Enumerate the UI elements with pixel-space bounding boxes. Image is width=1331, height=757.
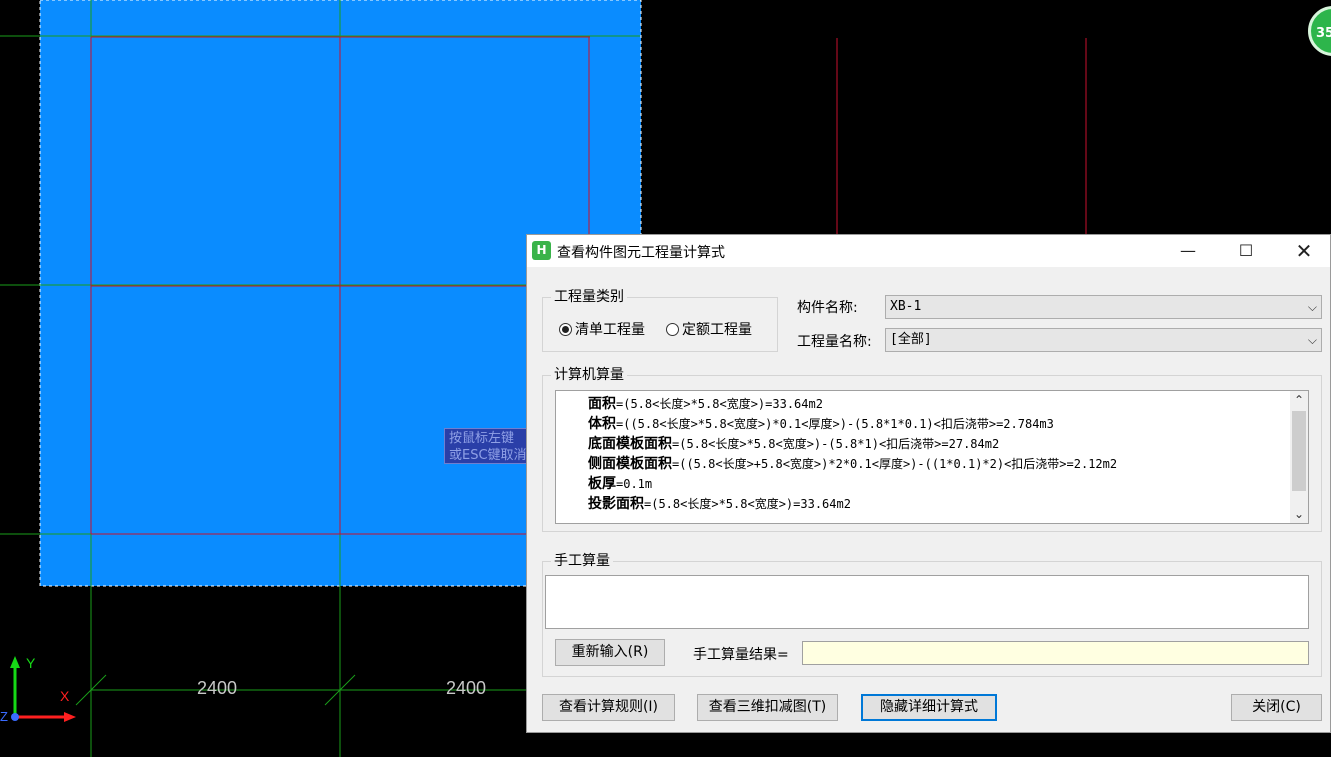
manual-result-label: 手工算量结果= [693,647,789,663]
dialog-title: 查看构件图元工程量计算式 [557,245,725,261]
minimize-button[interactable]: — [1159,235,1217,267]
cursor-tooltip: 按鼠标左键 或ESC键取消 [444,428,534,464]
formula-expression: =((5.8<长度>+5.8<宽度>)*2*0.1<厚度>)-((1*0.1)*… [672,457,1118,471]
formula-listbox[interactable]: 面积=(5.8<长度>*5.8<宽度>)=33.64m2 体积=((5.8<长度… [555,390,1309,524]
manual-result-field[interactable] [802,641,1309,665]
formula-expression: =0.1m [616,477,653,491]
hide-detail-formula-button[interactable]: 隐藏详细计算式 [861,694,997,721]
radio-quota-quantity[interactable]: 定额工程量 [666,319,752,339]
formula-scrollbar[interactable]: ⌃ ⌄ [1290,391,1308,523]
formula-line: 面积=(5.8<长度>*5.8<宽度>)=33.64m2 [588,395,823,414]
formula-expression: =(5.8<长度>*5.8<宽度>)=33.64m2 [616,397,823,411]
tooltip-line-1: 按鼠标左键 [449,431,515,446]
formula-name: 板厚 [588,476,616,492]
formula-expression: =(5.8<长度>*5.8<宽度>)-(5.8*1)<扣后浇带>=27.84m2 [672,437,1000,451]
component-name-label: 构件名称: [797,300,858,316]
formula-name: 投影面积 [588,496,644,512]
chevron-down-icon: ⌵ [1307,333,1317,347]
component-name-value: XB-1 [890,299,922,314]
formula-line: 侧面模板面积=((5.8<长度>+5.8<宽度>)*2*0.1<厚度>)-((1… [588,455,1117,474]
formula-expression: =((5.8<长度>*5.8<宽度>)*0.1<厚度>)-(5.8*1*0.1)… [616,417,1054,431]
view-3d-deduction-button[interactable]: 查看三维扣减图(T) [697,694,838,721]
axis-x-label: X [60,688,70,704]
quantity-name-label: 工程量名称: [797,334,872,350]
origin-point [11,713,19,721]
radio-checked-icon [559,322,572,336]
axis-z-label: Z [0,709,8,724]
formula-line: 底面模板面积=(5.8<长度>*5.8<宽度>)-(5.8*1)<扣后浇带>=2… [588,435,999,454]
view-rules-button[interactable]: 查看计算规则(I) [542,694,675,721]
dimension-label-2: 2400 [446,678,487,698]
radio-quota-quantity-label: 定额工程量 [682,322,752,338]
scroll-up-icon[interactable]: ⌃ [1290,391,1308,409]
tooltip-line-2: 或ESC键取消 [449,448,527,463]
quantity-name-value: [全部] [890,332,932,347]
maximize-button[interactable]: ☐ [1217,235,1275,267]
quantity-name-combo[interactable]: [全部] ⌵ [885,328,1322,352]
dialog-titlebar[interactable]: H 查看构件图元工程量计算式 — ☐ ✕ [527,235,1330,267]
formula-line: 体积=((5.8<长度>*5.8<宽度>)*0.1<厚度>)-(5.8*1*0.… [588,415,1054,434]
formula-name: 底面模板面积 [588,436,672,452]
manual-calc-textarea[interactable] [545,575,1309,629]
scroll-down-icon[interactable]: ⌄ [1290,505,1308,523]
radio-unchecked-icon [666,322,679,336]
scroll-thumb[interactable] [1292,411,1306,491]
quantity-category-label: 工程量类别 [551,288,627,306]
manual-calc-label: 手工算量 [551,552,613,570]
quantity-category-group: 工程量类别 清单工程量 定额工程量 [542,288,778,352]
close-button[interactable]: 关闭(C) [1231,694,1322,721]
close-window-button[interactable]: ✕ [1275,235,1331,267]
dimension-label-1: 2400 [197,678,238,698]
chevron-down-icon: ⌵ [1307,300,1317,314]
radio-bill-quantity-label: 清单工程量 [575,322,645,338]
reenter-button[interactable]: 重新输入(R) [555,639,665,666]
quantity-formula-dialog: H 查看构件图元工程量计算式 — ☐ ✕ 工程量类别 清单工程量 定额工程量 构… [526,234,1331,733]
formula-name: 面积 [588,396,616,412]
app-logo-icon: H [532,241,551,260]
formula-line: 投影面积=(5.8<长度>*5.8<宽度>)=33.64m2 [588,495,851,514]
formula-expression: =(5.8<长度>*5.8<宽度>)=33.64m2 [644,497,851,511]
formula-name: 侧面模板面积 [588,456,672,472]
formula-name: 体积 [588,416,616,432]
formula-line: 板厚=0.1m [588,475,652,494]
computer-calc-label: 计算机算量 [551,366,627,384]
radio-bill-quantity[interactable]: 清单工程量 [559,319,645,339]
axis-y-label: Y [26,655,36,671]
component-name-combo[interactable]: XB-1 ⌵ [885,295,1322,319]
